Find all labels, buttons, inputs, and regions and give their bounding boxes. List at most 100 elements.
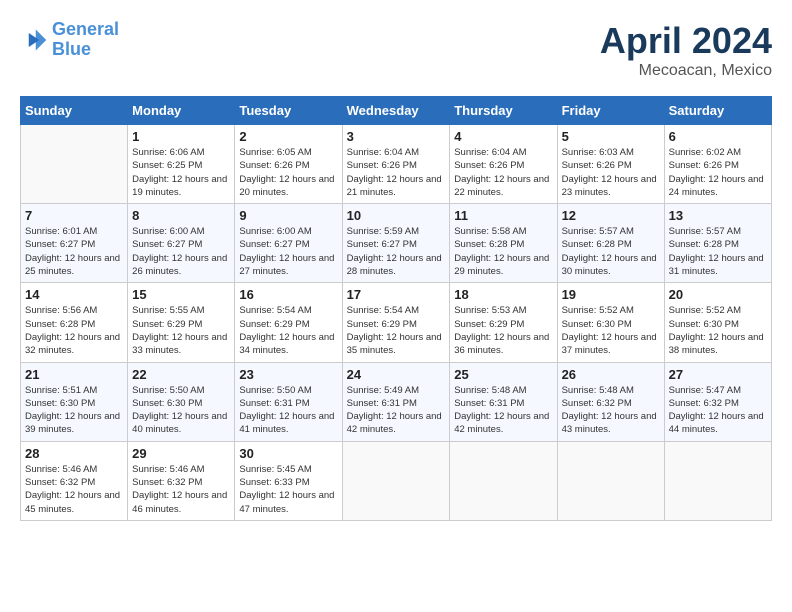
day-number: 28 (25, 446, 123, 461)
week-row-5: 28 Sunrise: 5:46 AM Sunset: 6:32 PM Dayli… (21, 441, 772, 520)
day-cell: 22 Sunrise: 5:50 AM Sunset: 6:30 PM Dayli… (128, 362, 235, 441)
day-cell: 1 Sunrise: 6:06 AM Sunset: 6:25 PM Daylig… (128, 125, 235, 204)
day-number: 4 (454, 129, 552, 144)
day-info: Sunrise: 5:52 AM Sunset: 6:30 PM Dayligh… (669, 304, 767, 357)
day-number: 1 (132, 129, 230, 144)
day-info: Sunrise: 5:51 AM Sunset: 6:30 PM Dayligh… (25, 384, 123, 437)
day-cell: 15 Sunrise: 5:55 AM Sunset: 6:29 PM Dayli… (128, 283, 235, 362)
day-number: 3 (347, 129, 446, 144)
day-number: 20 (669, 287, 767, 302)
day-number: 5 (562, 129, 660, 144)
day-info: Sunrise: 6:02 AM Sunset: 6:26 PM Dayligh… (669, 146, 767, 199)
day-number: 21 (25, 367, 123, 382)
day-info: Sunrise: 6:03 AM Sunset: 6:26 PM Dayligh… (562, 146, 660, 199)
day-number: 26 (562, 367, 660, 382)
day-number: 9 (239, 208, 337, 223)
day-cell: 28Sunrise: 5:46 AM Sunset: 6:32 PM Dayli… (21, 441, 128, 520)
day-number: 2 (239, 129, 337, 144)
day-info: Sunrise: 5:47 AM Sunset: 6:32 PM Dayligh… (669, 384, 767, 437)
day-info: Sunrise: 5:54 AM Sunset: 6:29 PM Dayligh… (239, 304, 337, 357)
calendar-header-row: SundayMondayTuesdayWednesdayThursdayFrid… (21, 97, 772, 125)
day-info: Sunrise: 6:00 AM Sunset: 6:27 PM Dayligh… (132, 225, 230, 278)
day-number: 22 (132, 367, 230, 382)
day-cell: 11Sunrise: 5:58 AM Sunset: 6:28 PM Dayli… (450, 204, 557, 283)
day-number: 10 (347, 208, 446, 223)
week-row-3: 14Sunrise: 5:56 AM Sunset: 6:28 PM Dayli… (21, 283, 772, 362)
day-cell: 14Sunrise: 5:56 AM Sunset: 6:28 PM Dayli… (21, 283, 128, 362)
week-row-4: 21 Sunrise: 5:51 AM Sunset: 6:30 PM Dayli… (21, 362, 772, 441)
day-cell: 19Sunrise: 5:52 AM Sunset: 6:30 PM Dayli… (557, 283, 664, 362)
day-info: Sunrise: 5:46 AM Sunset: 6:32 PM Dayligh… (132, 463, 230, 516)
day-number: 6 (669, 129, 767, 144)
day-cell: 9Sunrise: 6:00 AM Sunset: 6:27 PM Daylig… (235, 204, 342, 283)
day-info: Sunrise: 5:54 AM Sunset: 6:29 PM Dayligh… (347, 304, 446, 357)
column-header-wednesday: Wednesday (342, 97, 450, 125)
day-cell: 24 Sunrise: 5:49 AM Sunset: 6:31 PM Dayli… (342, 362, 450, 441)
day-cell: 18Sunrise: 5:53 AM Sunset: 6:29 PM Dayli… (450, 283, 557, 362)
day-info: Sunrise: 6:01 AM Sunset: 6:27 PM Dayligh… (25, 225, 123, 278)
day-cell: 8 Sunrise: 6:00 AM Sunset: 6:27 PM Daylig… (128, 204, 235, 283)
day-info: Sunrise: 5:56 AM Sunset: 6:28 PM Dayligh… (25, 304, 123, 357)
day-number: 23 (239, 367, 337, 382)
week-row-1: 1 Sunrise: 6:06 AM Sunset: 6:25 PM Daylig… (21, 125, 772, 204)
day-number: 13 (669, 208, 767, 223)
day-info: Sunrise: 6:06 AM Sunset: 6:25 PM Dayligh… (132, 146, 230, 199)
day-info: Sunrise: 6:05 AM Sunset: 6:26 PM Dayligh… (239, 146, 337, 199)
day-info: Sunrise: 6:04 AM Sunset: 6:26 PM Dayligh… (454, 146, 552, 199)
day-number: 15 (132, 287, 230, 302)
day-cell: 25 Sunrise: 5:48 AM Sunset: 6:31 PM Dayli… (450, 362, 557, 441)
day-number: 27 (669, 367, 767, 382)
day-number: 25 (454, 367, 552, 382)
calendar-title: April 2024 (600, 20, 772, 62)
column-header-sunday: Sunday (21, 97, 128, 125)
day-cell (557, 441, 664, 520)
day-number: 17 (347, 287, 446, 302)
day-cell: 16Sunrise: 5:54 AM Sunset: 6:29 PM Dayli… (235, 283, 342, 362)
day-info: Sunrise: 5:52 AM Sunset: 6:30 PM Dayligh… (562, 304, 660, 357)
day-info: Sunrise: 5:48 AM Sunset: 6:32 PM Dayligh… (562, 384, 660, 437)
day-info: Sunrise: 5:48 AM Sunset: 6:31 PM Dayligh… (454, 384, 552, 437)
day-info: Sunrise: 5:50 AM Sunset: 6:31 PM Dayligh… (239, 384, 337, 437)
day-cell (342, 441, 450, 520)
week-row-2: 7Sunrise: 6:01 AM Sunset: 6:27 PM Daylig… (21, 204, 772, 283)
day-cell: 4 Sunrise: 6:04 AM Sunset: 6:26 PM Daylig… (450, 125, 557, 204)
calendar-body: 1 Sunrise: 6:06 AM Sunset: 6:25 PM Daylig… (21, 125, 772, 521)
day-number: 12 (562, 208, 660, 223)
day-cell: 29 Sunrise: 5:46 AM Sunset: 6:32 PM Dayli… (128, 441, 235, 520)
day-info: Sunrise: 5:55 AM Sunset: 6:29 PM Dayligh… (132, 304, 230, 357)
logo-text: General Blue (52, 20, 119, 60)
column-header-tuesday: Tuesday (235, 97, 342, 125)
day-cell: 20 Sunrise: 5:52 AM Sunset: 6:30 PM Dayli… (664, 283, 771, 362)
day-cell: 2 Sunrise: 6:05 AM Sunset: 6:26 PM Daylig… (235, 125, 342, 204)
day-cell: 30 Sunrise: 5:45 AM Sunset: 6:33 PM Dayli… (235, 441, 342, 520)
logo-icon (20, 26, 48, 54)
day-info: Sunrise: 5:45 AM Sunset: 6:33 PM Dayligh… (239, 463, 337, 516)
title-area: April 2024 Mecoacan, Mexico (600, 20, 772, 80)
day-number: 29 (132, 446, 230, 461)
day-info: Sunrise: 5:50 AM Sunset: 6:30 PM Dayligh… (132, 384, 230, 437)
calendar-table: SundayMondayTuesdayWednesdayThursdayFrid… (20, 96, 772, 521)
day-info: Sunrise: 5:49 AM Sunset: 6:31 PM Dayligh… (347, 384, 446, 437)
day-cell: 12 Sunrise: 5:57 AM Sunset: 6:28 PM Dayli… (557, 204, 664, 283)
day-cell: 27 Sunrise: 5:47 AM Sunset: 6:32 PM Dayli… (664, 362, 771, 441)
day-number: 18 (454, 287, 552, 302)
day-number: 8 (132, 208, 230, 223)
logo: General Blue (20, 20, 119, 60)
day-info: Sunrise: 6:04 AM Sunset: 6:26 PM Dayligh… (347, 146, 446, 199)
day-cell: 26 Sunrise: 5:48 AM Sunset: 6:32 PM Dayli… (557, 362, 664, 441)
column-header-thursday: Thursday (450, 97, 557, 125)
day-number: 24 (347, 367, 446, 382)
day-cell: 5 Sunrise: 6:03 AM Sunset: 6:26 PM Daylig… (557, 125, 664, 204)
calendar-subtitle: Mecoacan, Mexico (600, 62, 772, 80)
day-number: 11 (454, 208, 552, 223)
column-header-saturday: Saturday (664, 97, 771, 125)
day-cell: 21 Sunrise: 5:51 AM Sunset: 6:30 PM Dayli… (21, 362, 128, 441)
column-header-friday: Friday (557, 97, 664, 125)
day-number: 30 (239, 446, 337, 461)
day-cell (450, 441, 557, 520)
day-cell: 13Sunrise: 5:57 AM Sunset: 6:28 PM Dayli… (664, 204, 771, 283)
day-cell (21, 125, 128, 204)
day-info: Sunrise: 5:57 AM Sunset: 6:28 PM Dayligh… (562, 225, 660, 278)
day-cell: 6 Sunrise: 6:02 AM Sunset: 6:26 PM Daylig… (664, 125, 771, 204)
day-info: Sunrise: 5:59 AM Sunset: 6:27 PM Dayligh… (347, 225, 446, 278)
